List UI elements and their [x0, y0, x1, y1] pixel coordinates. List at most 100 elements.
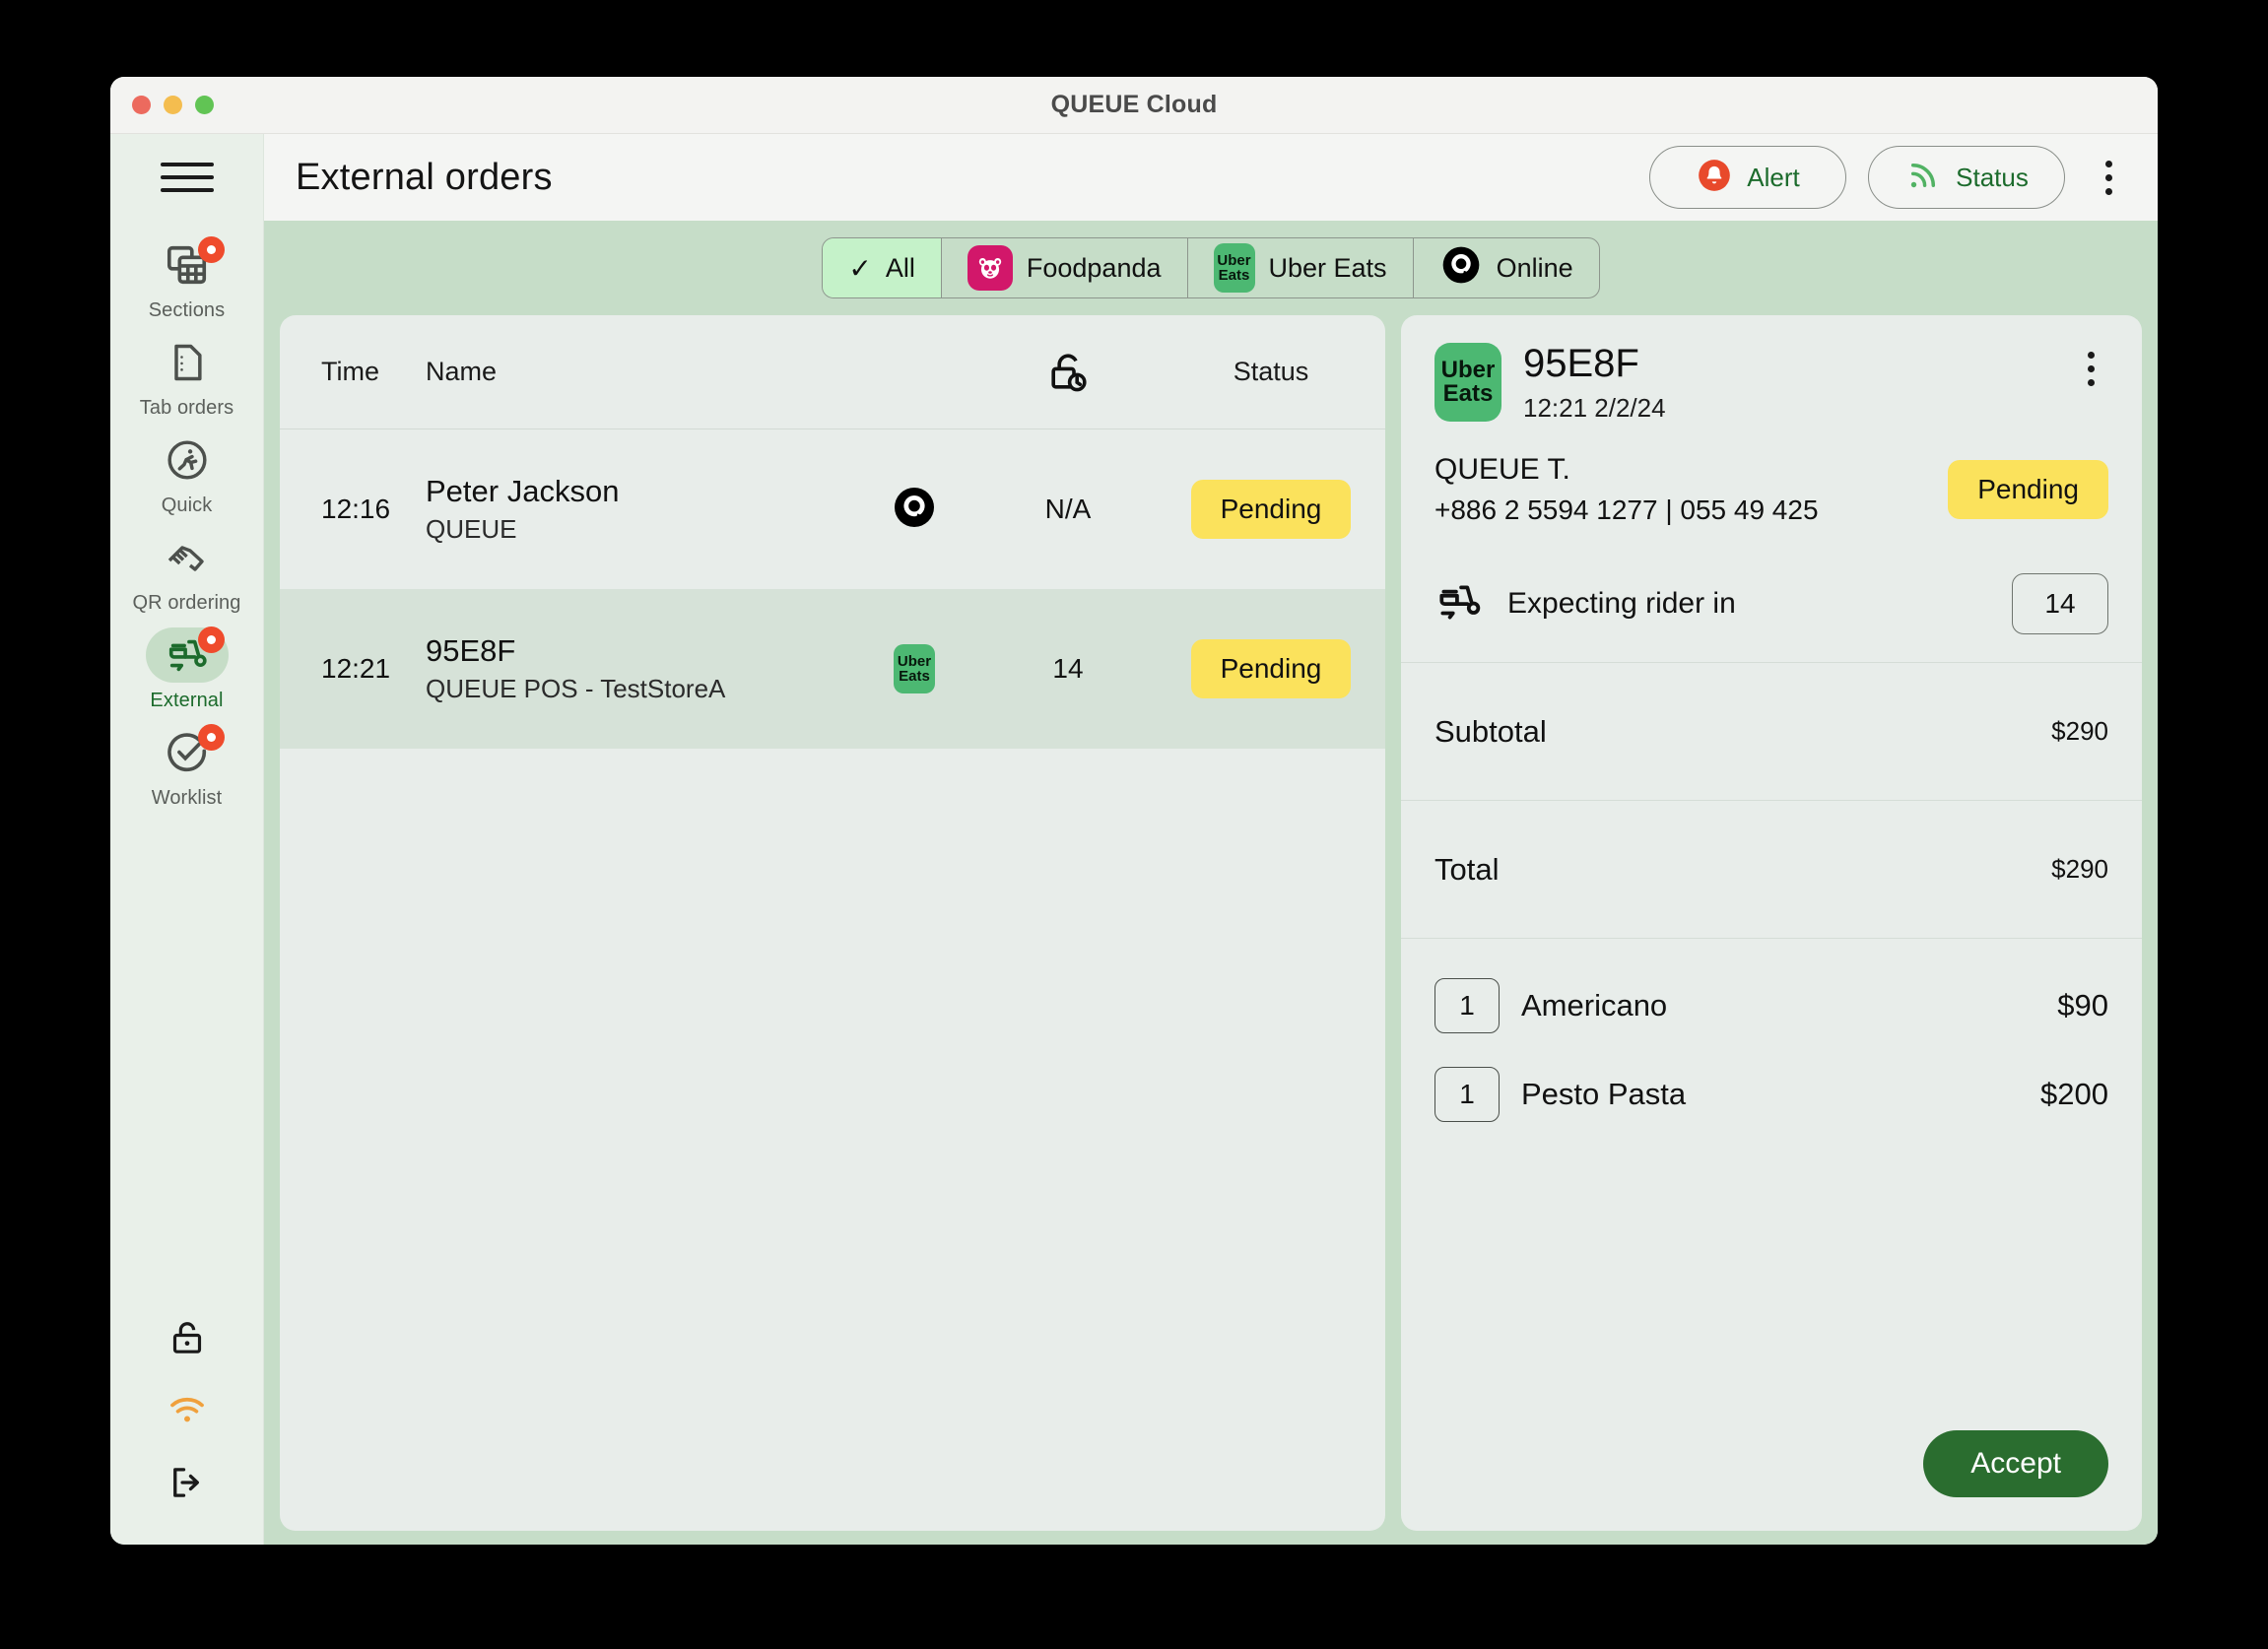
sidebar-item-sections[interactable]: Sections	[110, 229, 264, 326]
sections-icon	[146, 236, 229, 293]
ubereats-icon: Uber Eats	[1213, 243, 1255, 293]
platform-filter-group: ✓ All Foodpanda Uber Eats Uber Eats Onli…	[822, 237, 1600, 298]
order-items-list: 1 Americano $90 1 Pesto Pasta $200	[1401, 939, 2142, 1155]
filter-tab-label: All	[885, 252, 915, 283]
filter-tab-label: Foodpanda	[1026, 252, 1162, 283]
filter-tab-ubereats[interactable]: Uber Eats Uber Eats	[1188, 238, 1414, 297]
order-status-cell: Pending	[1157, 480, 1385, 539]
sidebar-item-label: Worklist	[151, 787, 223, 809]
document-icon	[146, 335, 229, 390]
sidebar-item-tab-orders[interactable]: Tab orders	[110, 326, 264, 424]
alert-button[interactable]: Alert	[1649, 146, 1846, 209]
unlock-icon[interactable]	[110, 1302, 264, 1373]
customer-name: QUEUE T.	[1434, 453, 1570, 487]
filter-tab-foodpanda[interactable]: Foodpanda	[942, 238, 1188, 297]
sidebar: Sections Tab orders Quick QR ordering Ex…	[110, 134, 264, 1545]
scooter-icon	[145, 627, 229, 683]
list-item: 1 Pesto Pasta $200	[1434, 1067, 2108, 1123]
detail-status-badge[interactable]: Pending	[1948, 460, 2108, 520]
window-body: Sections Tab orders Quick QR ordering Ex…	[110, 134, 2158, 1545]
order-time: 12:16	[321, 494, 391, 524]
logout-icon[interactable]	[110, 1446, 264, 1519]
rider-eta-label: Expecting rider in	[1507, 587, 1736, 621]
notification-badge	[197, 236, 225, 263]
ubereats-line2: Eats	[1442, 380, 1494, 407]
more-vertical-icon[interactable]	[2089, 150, 2128, 205]
column-header-status: Status	[1233, 357, 1309, 386]
title-bar: QUEUE Cloud	[110, 77, 2158, 134]
order-platform: Uber Eats	[849, 644, 979, 693]
page-header: External orders Alert Status	[264, 134, 2158, 221]
total-row: Total $290	[1401, 801, 2142, 940]
total-label: Total	[1434, 851, 1500, 887]
order-name: Peter Jackson	[426, 474, 620, 509]
order-eta: 14	[979, 653, 1157, 685]
sidebar-item-label: Quick	[161, 495, 213, 516]
ubereats-line1: Uber	[1440, 356, 1496, 383]
status-badge[interactable]: Pending	[1190, 480, 1352, 539]
order-name-cell: Peter Jackson QUEUE	[426, 474, 849, 545]
status-badge[interactable]: Pending	[1190, 639, 1352, 698]
main-area: External orders Alert Status ✓ All Foodp…	[264, 134, 2158, 1545]
subtotal-row: Subtotal $290	[1401, 663, 2142, 802]
subtotal-value: $290	[2051, 716, 2108, 747]
table-row[interactable]: 12:16 Peter Jackson QUEUE N/A Pending	[280, 429, 1385, 589]
filter-tab-online[interactable]: Online	[1414, 238, 1599, 297]
order-name-cell: 95E8F QUEUE POS - TestStoreA	[426, 633, 849, 704]
order-eta: N/A	[979, 494, 1157, 525]
detail-order-id: 95E8F	[1523, 342, 1639, 385]
accept-button[interactable]: Accept	[1923, 1430, 2108, 1497]
orders-list: Time Name Status 12:16 Peter Jackson QUE…	[280, 315, 1385, 1531]
filter-tab-label: Online	[1496, 252, 1573, 283]
status-button[interactable]: Status	[1868, 146, 2065, 209]
handshake-icon	[146, 530, 229, 585]
sidebar-item-worklist[interactable]: Worklist	[110, 716, 264, 814]
rider-eta-row: Expecting rider in 14	[1401, 552, 2142, 664]
customer-info: QUEUE T. +886 2 5594 1277 | 055 49 425	[1434, 453, 1948, 526]
subtotal-label: Subtotal	[1434, 713, 1547, 749]
ubereats-icon: Uber Eats	[1434, 343, 1501, 422]
notification-badge	[197, 627, 225, 653]
more-vertical-icon[interactable]	[2073, 343, 2108, 394]
sidebar-item-label: Tab orders	[139, 397, 234, 419]
item-quantity: 1	[1434, 978, 1500, 1034]
check-circle-icon	[146, 724, 229, 780]
wifi-icon[interactable]	[110, 1373, 264, 1446]
column-header-name: Name	[426, 357, 498, 386]
detail-header: Uber Eats 95E8F 12:21 2/2/24 QUEUE T. +8…	[1401, 315, 2142, 552]
order-source: QUEUE	[426, 513, 517, 544]
order-platform	[849, 484, 979, 536]
item-quantity: 1	[1434, 1067, 1500, 1123]
item-name: Pesto Pasta	[1521, 1077, 1687, 1112]
item-name: Americano	[1521, 988, 1668, 1023]
content-area: Time Name Status 12:16 Peter Jackson QUE…	[264, 315, 2158, 1545]
filter-tab-label: Uber Eats	[1268, 252, 1387, 283]
detail-footer: Accept	[1401, 1430, 2142, 1531]
detail-spacer	[1401, 1155, 2142, 1430]
orders-table-header: Time Name Status	[280, 315, 1385, 429]
runner-icon	[146, 432, 229, 488]
filter-tab-all[interactable]: ✓ All	[823, 238, 942, 297]
filter-strip: ✓ All Foodpanda Uber Eats Uber Eats Onli…	[264, 221, 2158, 315]
table-row[interactable]: 12:21 95E8F QUEUE POS - TestStoreA Uber E…	[280, 589, 1385, 749]
sidebar-item-label: Sections	[148, 299, 226, 321]
ubereats-icon: Uber Eats	[894, 644, 935, 693]
rider-eta-value[interactable]: 14	[2012, 573, 2108, 635]
signal-icon	[1904, 157, 1942, 199]
lock-clock-icon	[979, 349, 1157, 396]
online-icon	[891, 484, 938, 536]
sidebar-item-external[interactable]: External	[110, 619, 264, 716]
page-title: External orders	[296, 156, 553, 198]
status-button-label: Status	[1956, 162, 2029, 192]
order-status-cell: Pending	[1157, 639, 1385, 698]
total-value: $290	[2051, 854, 2108, 885]
alert-button-label: Alert	[1747, 162, 1800, 192]
hamburger-icon[interactable]	[160, 156, 214, 199]
order-source: QUEUE POS - TestStoreA	[426, 673, 726, 703]
foodpanda-icon	[967, 245, 1013, 291]
item-price: $90	[2057, 988, 2108, 1023]
order-time: 12:21	[321, 653, 391, 684]
list-item: 1 Americano $90	[1434, 978, 2108, 1034]
sidebar-item-qr-ordering[interactable]: QR ordering	[110, 521, 264, 619]
sidebar-item-quick[interactable]: Quick	[110, 424, 264, 521]
